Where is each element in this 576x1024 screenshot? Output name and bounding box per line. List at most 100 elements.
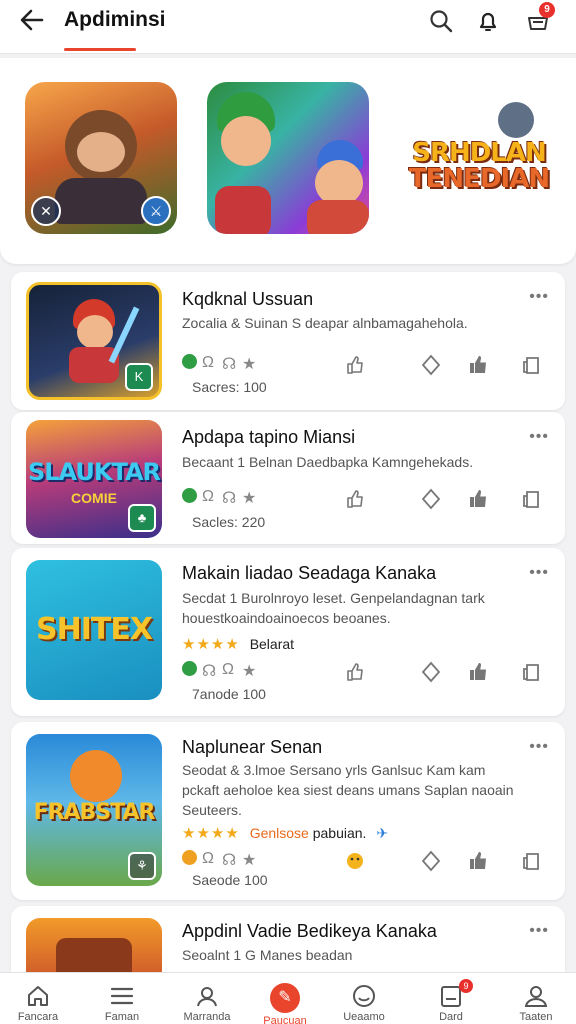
sword-icon: ⚔ xyxy=(141,196,171,226)
status-icons-row: Ω ☊ ★ xyxy=(182,488,562,510)
status-icons-row: Ω ☊ ★ xyxy=(182,850,562,872)
app-card[interactable]: K Kqdknal Ussuan Zocalia & Suinan S deap… xyxy=(11,272,565,410)
save-button[interactable] xyxy=(521,850,543,872)
back-button[interactable] xyxy=(18,6,48,36)
featured-app-tile-3[interactable]: SRHDLAN TENEDIAN xyxy=(408,82,550,234)
search-button[interactable] xyxy=(428,8,454,34)
rating-row: ★★★★ Genlsose pabuian. ✈ xyxy=(182,824,388,842)
thumbnail-title: FRABSTAR xyxy=(33,800,156,825)
smile-icon xyxy=(347,853,363,869)
more-options-icon[interactable]: ••• xyxy=(529,922,549,940)
bookmark-icon xyxy=(523,357,539,374)
app-card[interactable]: FRABSTAR ⚘ Naplunear Senan Seodat & 3.lm… xyxy=(11,722,565,900)
rate-button[interactable] xyxy=(467,661,489,683)
category-tag-icon: K xyxy=(125,363,153,391)
nav-item-card[interactable]: 9 Dard xyxy=(411,979,491,1023)
shield-icon: ☊ xyxy=(222,490,237,507)
nav-item-user[interactable]: Marranda xyxy=(167,983,247,1023)
notification-badge: 9 xyxy=(539,2,555,18)
rate-button[interactable] xyxy=(467,488,489,510)
thumbnail-title: SLAUKTAR xyxy=(27,458,161,486)
star-icon: ★ xyxy=(242,663,257,680)
star-icon: ★ xyxy=(242,356,257,373)
featured-game-logo: SRHDLAN TENEDIAN xyxy=(408,138,550,194)
sales-count: 7anode 100 xyxy=(192,686,266,702)
more-options-icon[interactable]: ••• xyxy=(529,738,549,756)
user-icon xyxy=(194,983,220,1009)
menu-icon xyxy=(109,983,135,1009)
nav-item-profile[interactable]: Taaten xyxy=(496,983,576,1023)
notifications-button[interactable] xyxy=(475,8,501,34)
app-thumbnail: SLAUKTAR COMIE ♣ xyxy=(26,420,162,538)
shield-icon: ☊ xyxy=(222,852,237,869)
bottom-navigation: Fancara Faman Marranda ✎ Paucuan Ueaamo … xyxy=(0,972,576,1024)
share-button[interactable] xyxy=(420,661,442,683)
more-options-icon[interactable]: ••• xyxy=(529,564,549,582)
star-icon: ★ xyxy=(242,490,257,507)
category-tag-icon: ♣ xyxy=(128,504,156,532)
search-icon xyxy=(430,10,453,33)
app-name: Kqdknal Ussuan xyxy=(182,289,314,309)
thumb-solid-icon xyxy=(470,356,486,373)
app-thumbnail: K xyxy=(26,282,162,400)
share-button[interactable] xyxy=(420,488,442,510)
inbox-button[interactable]: 9 xyxy=(525,2,555,34)
online-dot-icon xyxy=(182,354,197,374)
like-button[interactable] xyxy=(344,661,366,683)
save-button[interactable] xyxy=(521,488,543,510)
nav-item-emoji[interactable]: Ueaamo xyxy=(324,983,404,1023)
lock-icon: Ω xyxy=(222,661,234,678)
app-card[interactable]: SHITEX Makain liadao Seadaga Kanaka Secd… xyxy=(11,548,565,716)
page-title: Apdiminsi xyxy=(64,8,166,31)
verified-icon: ✈ xyxy=(376,825,389,841)
app-description: Seoalnt 1 G Manes beadan xyxy=(182,947,353,963)
thumbnail-title: SHITEX xyxy=(36,612,153,647)
thumb-up-icon xyxy=(347,663,363,681)
diamond-icon xyxy=(421,850,441,872)
app-card[interactable]: SLAUKTAR COMIE ♣ Apdapa tapino Miansi Be… xyxy=(11,412,565,544)
app-thumbnail: FRABSTAR ⚘ xyxy=(26,734,162,886)
arrow-left-icon xyxy=(20,9,44,31)
status-icons-row: ☊ Ω ★ xyxy=(182,661,562,683)
nav-badge: 9 xyxy=(459,979,473,993)
thumb-up-icon xyxy=(347,356,363,374)
app-name: Makain liadao Seadaga Kanaka xyxy=(182,563,437,583)
featured-app-tile-1[interactable]: ✕ ⚔ xyxy=(25,82,177,234)
featured-app-tile-2[interactable] xyxy=(207,82,369,234)
nav-item-center[interactable]: ✎ Paucuan xyxy=(245,983,325,1024)
share-button[interactable] xyxy=(420,354,442,376)
nav-item-menu[interactable]: Faman xyxy=(82,983,162,1023)
save-button[interactable] xyxy=(521,661,543,683)
diamond-icon xyxy=(421,354,441,376)
more-options-icon[interactable]: ••• xyxy=(529,288,549,306)
app-thumbnail: SHITEX xyxy=(26,560,162,700)
featured-carousel: ✕ ⚔ SRHDLAN TENEDIAN xyxy=(0,58,576,264)
smiley-icon xyxy=(351,983,377,1009)
lock-icon: Ω xyxy=(202,850,214,867)
share-button[interactable] xyxy=(420,850,442,872)
shield-icon: ☊ xyxy=(222,356,237,373)
more-options-icon[interactable]: ••• xyxy=(529,428,549,446)
thumb-solid-icon xyxy=(470,663,486,680)
like-button[interactable] xyxy=(344,850,366,872)
online-dot-icon xyxy=(182,661,197,681)
diamond-icon xyxy=(421,488,441,510)
nav-item-home[interactable]: Fancara xyxy=(0,983,78,1023)
star-icon: ★ xyxy=(242,852,257,869)
like-button[interactable] xyxy=(344,354,366,376)
like-button[interactable] xyxy=(344,488,366,510)
online-dot-icon xyxy=(182,488,197,508)
rating-stars: ★★★★ xyxy=(182,825,240,842)
rate-button[interactable] xyxy=(467,850,489,872)
app-card[interactable]: Appdinl Vadie Bedikeya Kanaka Seoalnt 1 … xyxy=(11,906,565,972)
thumb-solid-icon xyxy=(470,490,486,507)
title-underline xyxy=(64,48,136,51)
rate-button[interactable] xyxy=(467,354,489,376)
profile-icon xyxy=(523,983,549,1009)
app-name: Apdapa tapino Miansi xyxy=(182,427,356,447)
rating-label: Genlsose xyxy=(249,825,309,841)
save-button[interactable] xyxy=(521,354,543,376)
status-icons-row: Ω ☊ ★ xyxy=(182,354,562,376)
sales-count: Sacres: 100 xyxy=(192,379,267,395)
thumb-solid-icon xyxy=(470,852,486,869)
